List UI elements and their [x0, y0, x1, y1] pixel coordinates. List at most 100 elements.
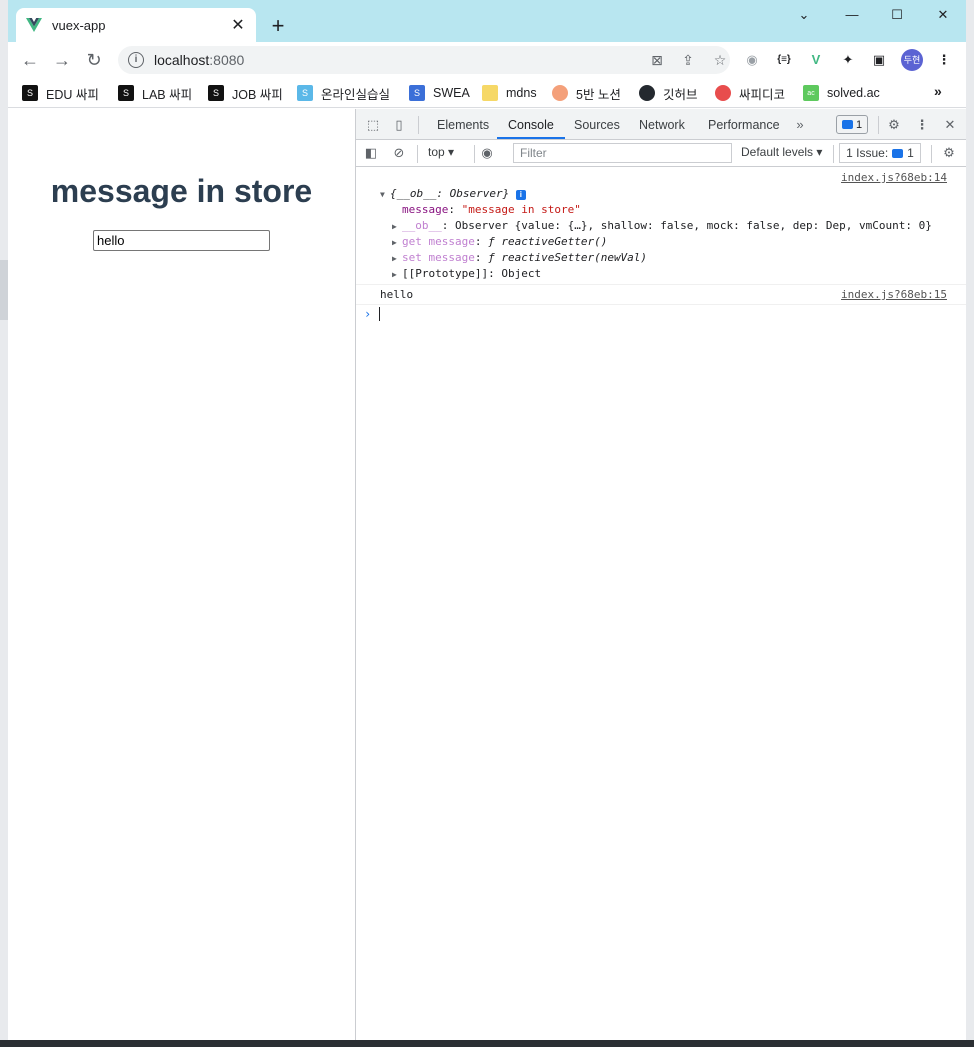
tab-close-icon[interactable]: ✕ — [230, 15, 246, 35]
vue-logo-icon — [26, 17, 42, 33]
devtools-menu-icon[interactable]: ⋮ — [913, 116, 931, 134]
prop-setter[interactable]: ▶ set message: ƒ reactiveSetter(newVal) — [392, 251, 966, 264]
settings-gear-icon[interactable]: ⚙ — [885, 116, 903, 134]
tab-performance[interactable]: Performance — [708, 109, 780, 139]
bookmark-discord[interactable]: 싸피디코 — [715, 83, 785, 103]
tab-search-icon[interactable]: ⌄ — [781, 4, 827, 26]
extension-shield-icon[interactable]: ◉ — [743, 51, 761, 69]
new-tab-button[interactable]: + — [264, 13, 292, 41]
divider — [418, 116, 419, 134]
share-icon[interactable]: ⇪ — [679, 51, 697, 69]
url-port: :8080 — [209, 52, 245, 68]
expand-triangle-icon[interactable]: ▼ — [380, 190, 390, 199]
prop-getter[interactable]: ▶ get message: ƒ reactiveGetter() — [392, 235, 966, 248]
bookmark-github[interactable]: 깃허브 — [639, 83, 698, 103]
bookmark-online-lab[interactable]: S 온라인실습실 — [297, 83, 390, 103]
info-icon: i — [515, 190, 526, 200]
page-viewport: message in store — [8, 109, 355, 1040]
console-output: index.js?68eb:14 ▼ {__ob__: Observer} i m… — [356, 167, 966, 1040]
back-icon[interactable]: ← — [18, 48, 42, 72]
forward-icon[interactable]: → — [50, 48, 74, 72]
menu-kebab-icon[interactable]: ⋮ — [935, 51, 953, 69]
site-info-icon[interactable]: i — [128, 52, 144, 68]
inspect-element-icon[interactable]: ⬚ — [364, 116, 382, 134]
tab-console[interactable]: Console — [497, 109, 565, 139]
expand-triangle-icon[interactable]: ▶ — [392, 254, 402, 263]
maximize-button[interactable]: ☐ — [874, 4, 920, 26]
page-title: message in store — [50, 173, 313, 209]
bookmark-solvedac[interactable]: ac solved.ac — [803, 83, 880, 103]
prop-prototype[interactable]: ▶ [[Prototype]]: Object — [392, 267, 966, 280]
ssafy-icon: S — [22, 85, 38, 101]
sidebar-toggle-icon[interactable]: ◧ — [362, 144, 380, 162]
tab-elements[interactable]: Elements — [437, 109, 489, 139]
message-input[interactable] — [93, 230, 270, 251]
bookmarks-more-icon[interactable]: » — [934, 83, 942, 99]
bookmark-edu[interactable]: S EDU 싸피 — [22, 83, 99, 103]
console-prompt-icon: › — [364, 307, 372, 321]
prop-message: message: "message in store" — [402, 203, 581, 216]
console-filter-input[interactable]: Filter — [513, 143, 732, 163]
ssafy-lab-icon: S — [297, 85, 313, 101]
bookmark-notion[interactable]: 5반 노션 — [552, 83, 621, 103]
expand-triangle-icon[interactable]: ▶ — [392, 270, 402, 279]
source-link[interactable]: index.js?68eb:15 — [841, 288, 947, 301]
source-link[interactable]: index.js?68eb:14 — [841, 171, 947, 184]
desktop-left-edge — [0, 0, 8, 1047]
divider — [474, 145, 475, 163]
translate-icon[interactable]: ⊠ — [648, 51, 666, 69]
device-toolbar-icon[interactable]: ▯ — [390, 116, 408, 134]
divider — [356, 284, 966, 285]
tab-network[interactable]: Network — [639, 109, 685, 139]
reload-icon[interactable]: ↻ — [82, 48, 106, 72]
expand-triangle-icon[interactable]: ▶ — [392, 238, 402, 247]
devtools-tabbar: ⬚ ▯ Elements Console Sources Network Per… — [356, 109, 966, 140]
close-devtools-icon[interactable]: ✕ — [941, 116, 959, 134]
more-tabs-icon[interactable]: » — [791, 116, 809, 134]
solvedac-icon: ac — [803, 85, 819, 101]
bookmark-star-icon[interactable]: ☆ — [711, 51, 729, 69]
object-header[interactable]: ▼ {__ob__: Observer} i — [380, 187, 966, 200]
tab-sources[interactable]: Sources — [574, 109, 620, 139]
ssafy-icon: S — [118, 85, 134, 101]
live-expression-eye-icon[interactable]: ◉ — [478, 144, 496, 162]
bookmarks-bar: S EDU 싸피 S LAB 싸피 S JOB 싸피 S 온라인실습실 S SWEA md… — [8, 78, 966, 108]
bookmark-mdns[interactable]: mdns — [482, 83, 537, 103]
divider — [417, 145, 418, 163]
extensions-puzzle-icon[interactable]: ✦ — [839, 51, 857, 69]
devtools-panel: ⬚ ▯ Elements Console Sources Network Per… — [355, 109, 966, 1040]
ssafy-icon: S — [208, 85, 224, 101]
messages-badge[interactable]: 1 — [836, 115, 868, 134]
side-panel-icon[interactable]: ▣ — [870, 51, 888, 69]
clear-console-icon[interactable]: ⊘ — [390, 144, 408, 162]
bookmark-job[interactable]: S JOB 싸피 — [208, 83, 283, 103]
url-host: localhost — [154, 52, 210, 68]
tab-vuex-app[interactable]: vuex-app ✕ — [16, 8, 256, 42]
console-settings-gear-icon[interactable]: ⚙ — [940, 144, 958, 162]
taskbar — [0, 1040, 974, 1047]
discord-icon — [715, 85, 731, 101]
browser-window: vuex-app ✕ + ⌄ — ☐ ✕ ← → ↻ i localhost:8… — [8, 0, 966, 1040]
context-selector[interactable]: top ▾ — [428, 145, 454, 159]
divider — [878, 116, 879, 134]
desktop-right-edge — [966, 0, 974, 1040]
issue-icon — [892, 148, 904, 158]
console-toolbar: ◧ ⊘ top ▾ ◉ Filter Default levels ▾ 1 Is… — [356, 140, 966, 167]
profile-avatar[interactable]: 두현 — [901, 49, 923, 71]
prop-ob[interactable]: ▶ __ob__: Observer {value: {…}, shallow: … — [392, 219, 966, 232]
vue-devtools-icon[interactable]: V — [807, 51, 825, 69]
json-viewer-icon[interactable]: {≡} — [775, 51, 793, 69]
minimize-button[interactable]: — — [829, 4, 875, 26]
peach-icon — [552, 85, 568, 101]
expand-triangle-icon[interactable]: ▶ — [392, 222, 402, 231]
address-bar[interactable]: i localhost:8080 ⊠ ⇪ ☆ — [118, 46, 730, 74]
console-input-caret[interactable] — [379, 307, 380, 321]
swea-icon: S — [409, 85, 425, 101]
divider — [931, 145, 932, 163]
divider — [833, 145, 834, 163]
log-levels-dropdown[interactable]: Default levels ▾ — [741, 145, 822, 159]
issues-button[interactable]: 1 Issue: 1 — [839, 143, 921, 163]
bookmark-swea[interactable]: S SWEA — [409, 83, 470, 103]
close-window-button[interactable]: ✕ — [920, 4, 966, 26]
bookmark-lab[interactable]: S LAB 싸피 — [118, 83, 192, 103]
